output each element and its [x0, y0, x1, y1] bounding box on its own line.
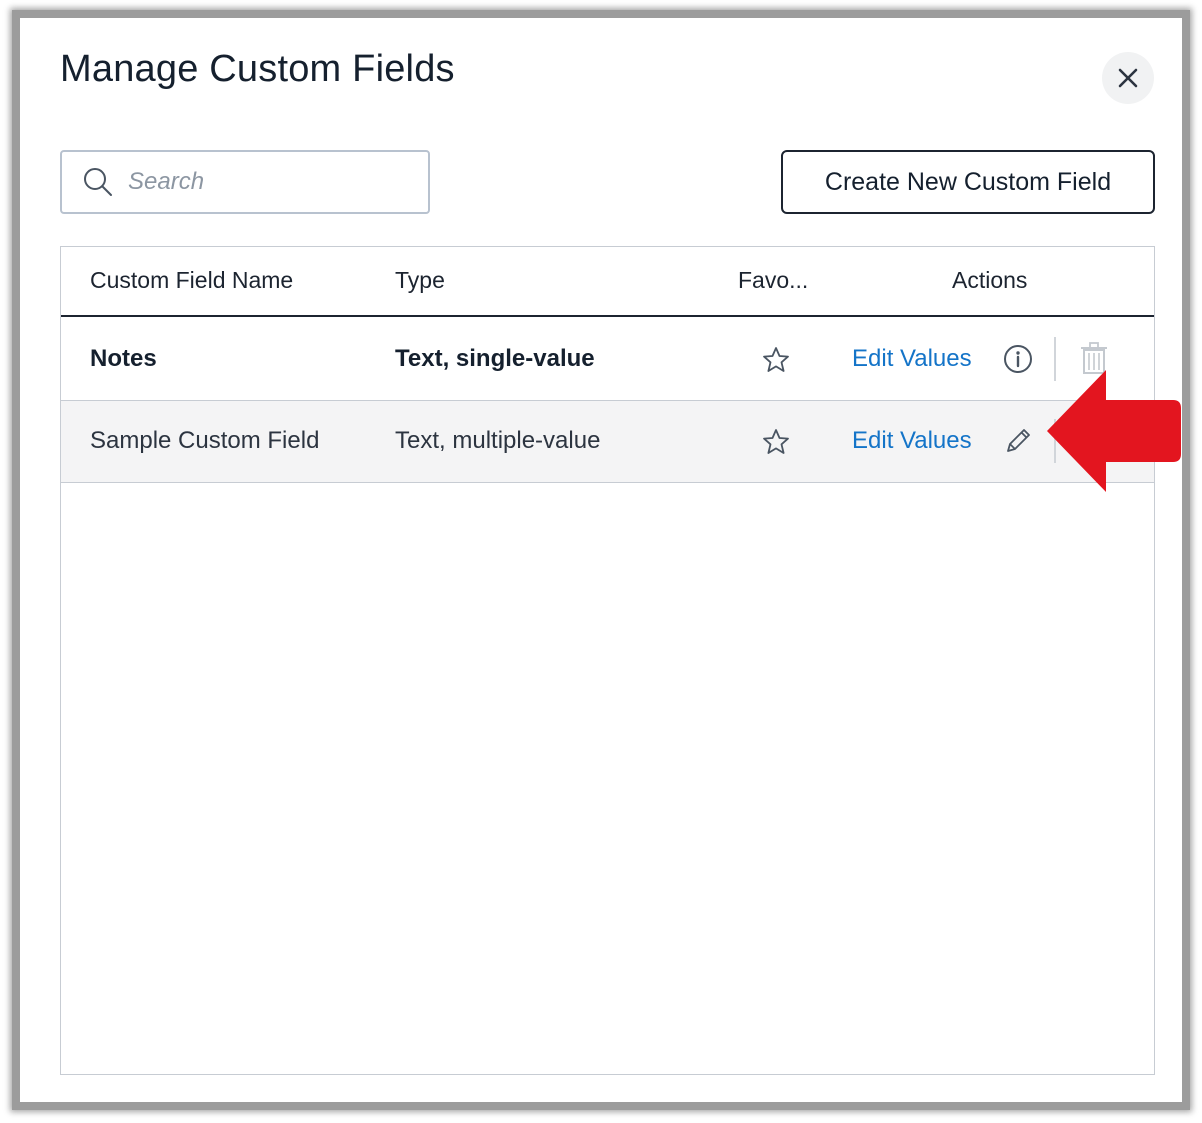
dialog-title: Manage Custom Fields	[60, 48, 455, 90]
custom-fields-table: Custom Field Name Type Favo... Actions N…	[60, 246, 1155, 1075]
search-input[interactable]	[128, 168, 378, 196]
field-type: Text, single-value	[395, 345, 595, 372]
field-name: Notes	[90, 345, 157, 372]
manage-custom-fields-dialog: Manage Custom Fields Create New Custom F…	[12, 10, 1190, 1110]
search-field[interactable]	[60, 150, 430, 214]
close-icon	[1118, 68, 1138, 88]
column-header-actions: Actions	[952, 267, 1028, 293]
column-header-favorite[interactable]: Favo...	[738, 267, 808, 294]
column-header-type[interactable]: Type	[395, 267, 445, 294]
callout-arrow	[1047, 370, 1181, 492]
info-icon[interactable]	[1002, 343, 1034, 375]
field-type: Text, multiple-value	[395, 427, 601, 454]
star-outline-icon[interactable]	[761, 427, 791, 457]
field-name: Sample Custom Field	[90, 427, 320, 454]
column-header-custom-field-name[interactable]: Custom Field Name	[90, 267, 293, 294]
table-row[interactable]: Sample Custom Field Text, multiple-value…	[61, 401, 1154, 483]
close-button[interactable]	[1102, 52, 1154, 104]
table-row[interactable]: Notes Text, single-value Edit Values	[61, 319, 1154, 401]
search-icon	[82, 166, 114, 198]
table-header: Custom Field Name Type Favo... Actions	[61, 247, 1154, 317]
create-new-custom-field-button[interactable]: Create New Custom Field	[781, 150, 1155, 214]
star-outline-icon[interactable]	[761, 345, 791, 375]
pencil-icon[interactable]	[1002, 425, 1034, 457]
edit-values-link[interactable]: Edit Values	[852, 345, 972, 373]
edit-values-link[interactable]: Edit Values	[852, 427, 972, 455]
